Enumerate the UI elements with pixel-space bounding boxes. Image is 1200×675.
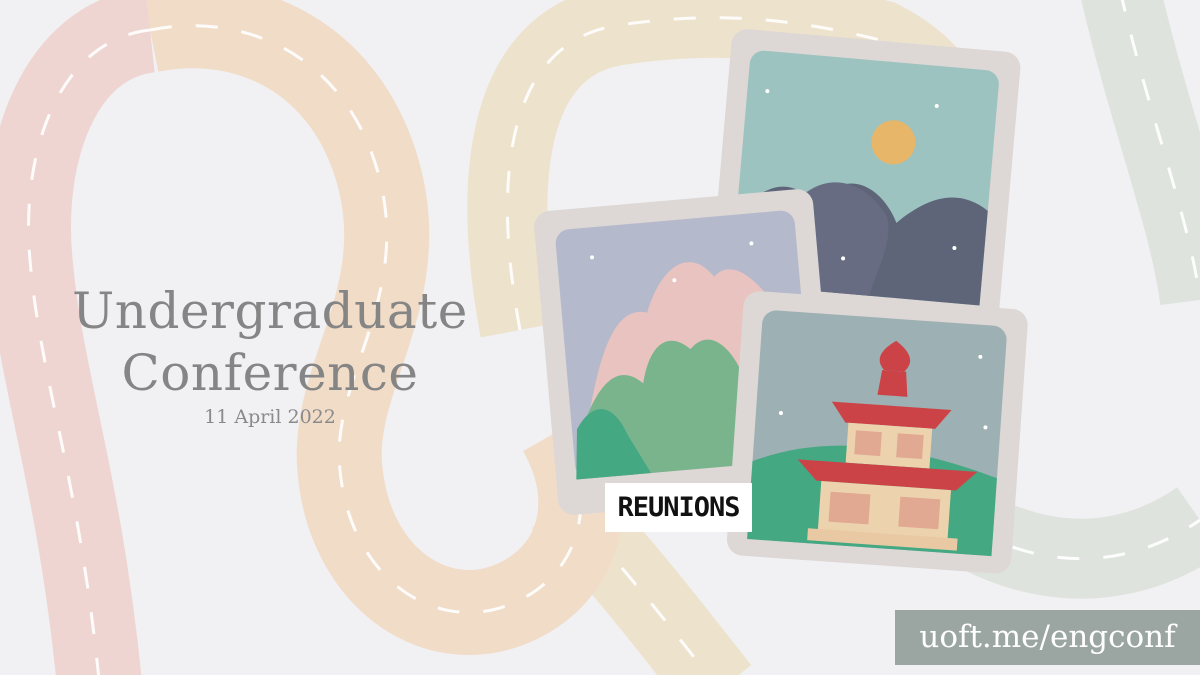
event-date: 11 April 2022	[204, 406, 336, 428]
title-line-1: Undergraduate	[72, 282, 468, 340]
conference-link[interactable]: uoft.me/engconf	[895, 610, 1200, 665]
reunions-badge: REUNIONS	[605, 483, 752, 532]
title-line-2: Conference	[121, 344, 419, 402]
conference-title-block: Undergraduate Conference 11 April 2022	[40, 280, 500, 428]
pagoda-photo	[727, 291, 1028, 574]
slide: Undergraduate Conference 11 April 2022 R…	[0, 0, 1200, 675]
